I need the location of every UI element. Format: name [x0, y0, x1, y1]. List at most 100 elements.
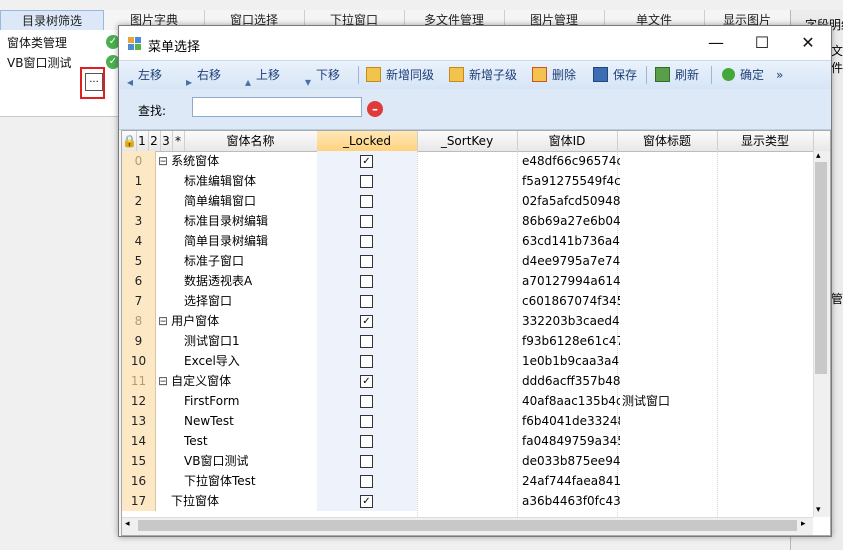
checkbox-unchecked[interactable] — [360, 475, 373, 488]
checkbox-unchecked[interactable] — [360, 175, 373, 188]
checkbox-unchecked[interactable] — [360, 215, 373, 228]
scroll-left-icon[interactable]: ◂ — [125, 519, 130, 529]
column-header-sortkey[interactable]: _SortKey — [417, 131, 518, 151]
row-number[interactable]: 0 — [122, 151, 156, 171]
form-title-cell[interactable] — [619, 331, 720, 351]
row-number[interactable]: 2 — [122, 191, 156, 211]
form-name-cell[interactable]: 下拉窗体 — [155, 491, 333, 511]
table-row[interactable]: 7 选择窗口 c601867074f345 — [122, 291, 814, 311]
delete-button[interactable]: 删除 — [532, 61, 576, 89]
table-row[interactable]: 11 ⊟ 自定义窗体 ✓ ddd6acff357b48 — [122, 371, 814, 391]
form-title-cell[interactable] — [619, 151, 720, 171]
form-title-cell[interactable] — [619, 251, 720, 271]
form-title-cell[interactable] — [619, 291, 720, 311]
form-title-cell[interactable] — [619, 271, 720, 291]
form-title-cell[interactable] — [619, 191, 720, 211]
table-row[interactable]: 15 VB窗口测试 de033b875ee94 — [122, 451, 814, 471]
table-row[interactable]: 4 简单目录树编辑 63cd141b736a4 — [122, 231, 814, 251]
checkbox-unchecked[interactable] — [360, 435, 373, 448]
form-name-cell[interactable]: ⊟ 自定义窗体 — [155, 371, 320, 391]
table-row[interactable]: 10 Excel导入 1e0b1b9caa3a4 — [122, 351, 814, 371]
form-title-cell[interactable] — [619, 451, 720, 471]
checkbox-unchecked[interactable] — [360, 295, 373, 308]
row-number[interactable]: 8 — [122, 311, 156, 331]
checkbox-unchecked[interactable] — [360, 255, 373, 268]
row-number[interactable]: 9 — [122, 331, 156, 351]
table-row[interactable]: 9 测试窗口1 f93b6128e61c47 — [122, 331, 814, 351]
row-number[interactable]: 11 — [122, 371, 156, 391]
search-input[interactable] — [192, 97, 362, 117]
move-left-button[interactable]: ◂ 左移 — [127, 61, 162, 89]
scroll-up-icon[interactable]: ▴ — [816, 151, 821, 161]
form-id-cell[interactable]: 332203b3caed4 — [519, 311, 620, 331]
list-item[interactable]: VB窗口测试 — [7, 54, 71, 71]
form-title-cell[interactable] — [619, 491, 720, 511]
move-down-button[interactable]: ▾ 下移 — [305, 61, 340, 89]
save-button[interactable]: 保存 — [593, 61, 637, 89]
checkbox-unchecked[interactable] — [360, 415, 373, 428]
collapse-icon[interactable]: ⊟ — [158, 314, 168, 328]
table-row[interactable]: 1 标准编辑窗体 f5a91275549f4c9 — [122, 171, 814, 191]
column-header-form-id[interactable]: 窗体ID — [517, 131, 618, 151]
table-row[interactable]: 0 ⊟ 系统窗体 ✓ e48df66c96574c — [122, 151, 814, 171]
maximize-button[interactable]: ☐ — [739, 26, 785, 60]
add-sibling-button[interactable]: 新增同级 — [366, 61, 434, 89]
collapse-icon[interactable]: ⊟ — [158, 374, 168, 388]
checkbox-unchecked[interactable] — [360, 455, 373, 468]
row-number[interactable]: 12 — [122, 391, 156, 411]
form-id-cell[interactable]: a36b4463f0fc43 — [519, 491, 620, 511]
form-id-cell[interactable]: a70127994a6144 — [519, 271, 620, 291]
row-number[interactable]: 13 — [122, 411, 156, 431]
form-id-cell[interactable]: f93b6128e61c47 — [519, 331, 620, 351]
form-title-cell[interactable] — [619, 411, 720, 431]
form-title-cell[interactable] — [619, 231, 720, 251]
table-row[interactable]: 13 NewTest f6b4041de33248 — [122, 411, 814, 431]
checkbox-checked[interactable]: ✓ — [360, 155, 373, 168]
minimize-button[interactable]: — — [693, 26, 739, 60]
checkbox-unchecked[interactable] — [360, 235, 373, 248]
column-header-locked[interactable]: _Locked — [317, 131, 418, 151]
form-title-cell[interactable] — [619, 171, 720, 191]
form-title-cell[interactable] — [619, 431, 720, 451]
column-header-form-name[interactable]: 窗体名称 — [184, 131, 318, 151]
table-row[interactable]: 6 数据透视表A a70127994a6144 — [122, 271, 814, 291]
checkbox-checked[interactable]: ✓ — [360, 495, 373, 508]
row-number[interactable]: 15 — [122, 451, 156, 471]
row-number[interactable]: 16 — [122, 471, 156, 491]
add-child-button[interactable]: 新增子级 — [449, 61, 517, 89]
form-title-cell[interactable] — [619, 351, 720, 371]
row-number[interactable]: 5 — [122, 251, 156, 271]
form-id-cell[interactable]: 24af744faea841 — [519, 471, 620, 491]
form-id-cell[interactable]: d4ee9795a7e74 — [519, 251, 620, 271]
form-id-cell[interactable]: f5a91275549f4c9 — [519, 171, 620, 191]
checkbox-checked[interactable]: ✓ — [360, 375, 373, 388]
right-pane-tab2[interactable]: 文件 — [831, 42, 843, 76]
row-number[interactable]: 3 — [122, 211, 156, 231]
table-row[interactable]: 12 FirstForm 40af8aac135b4c 测试窗口 — [122, 391, 814, 411]
form-title-cell[interactable] — [619, 371, 720, 391]
form-title-cell[interactable] — [619, 471, 720, 491]
form-id-cell[interactable]: ddd6acff357b48 — [519, 371, 620, 391]
table-row[interactable]: 8 ⊟ 用户窗体 ✓ 332203b3caed4 — [122, 311, 814, 331]
list-item[interactable]: 窗体类管理 — [7, 34, 67, 51]
row-number[interactable]: 10 — [122, 351, 156, 371]
refresh-button[interactable]: 刷新 — [655, 61, 699, 89]
row-number[interactable]: 17 — [122, 491, 156, 511]
table-row[interactable]: 14 Test fa04849759a345 — [122, 431, 814, 451]
table-row[interactable]: 5 标准子窗口 d4ee9795a7e74 — [122, 251, 814, 271]
form-title-cell[interactable] — [619, 211, 720, 231]
scroll-down-icon[interactable]: ▾ — [816, 505, 821, 515]
row-number[interactable]: 1 — [122, 171, 156, 191]
collapse-icon[interactable]: ⊟ — [158, 154, 168, 168]
title-bar[interactable]: 菜单选择 — ☐ ✕ — [119, 26, 831, 60]
horizontal-scroll-thumb[interactable] — [138, 520, 797, 531]
confirm-button[interactable]: 确定 — [722, 61, 764, 89]
form-title-cell[interactable]: 测试窗口 — [619, 391, 720, 411]
form-title-cell[interactable] — [619, 311, 720, 331]
form-id-cell[interactable]: c601867074f345 — [519, 291, 620, 311]
form-id-cell[interactable]: 1e0b1b9caa3a4 — [519, 351, 620, 371]
row-number[interactable]: 6 — [122, 271, 156, 291]
checkbox-unchecked[interactable] — [360, 195, 373, 208]
row-number[interactable]: 14 — [122, 431, 156, 451]
toolbar-overflow-button[interactable]: » — [776, 61, 783, 89]
